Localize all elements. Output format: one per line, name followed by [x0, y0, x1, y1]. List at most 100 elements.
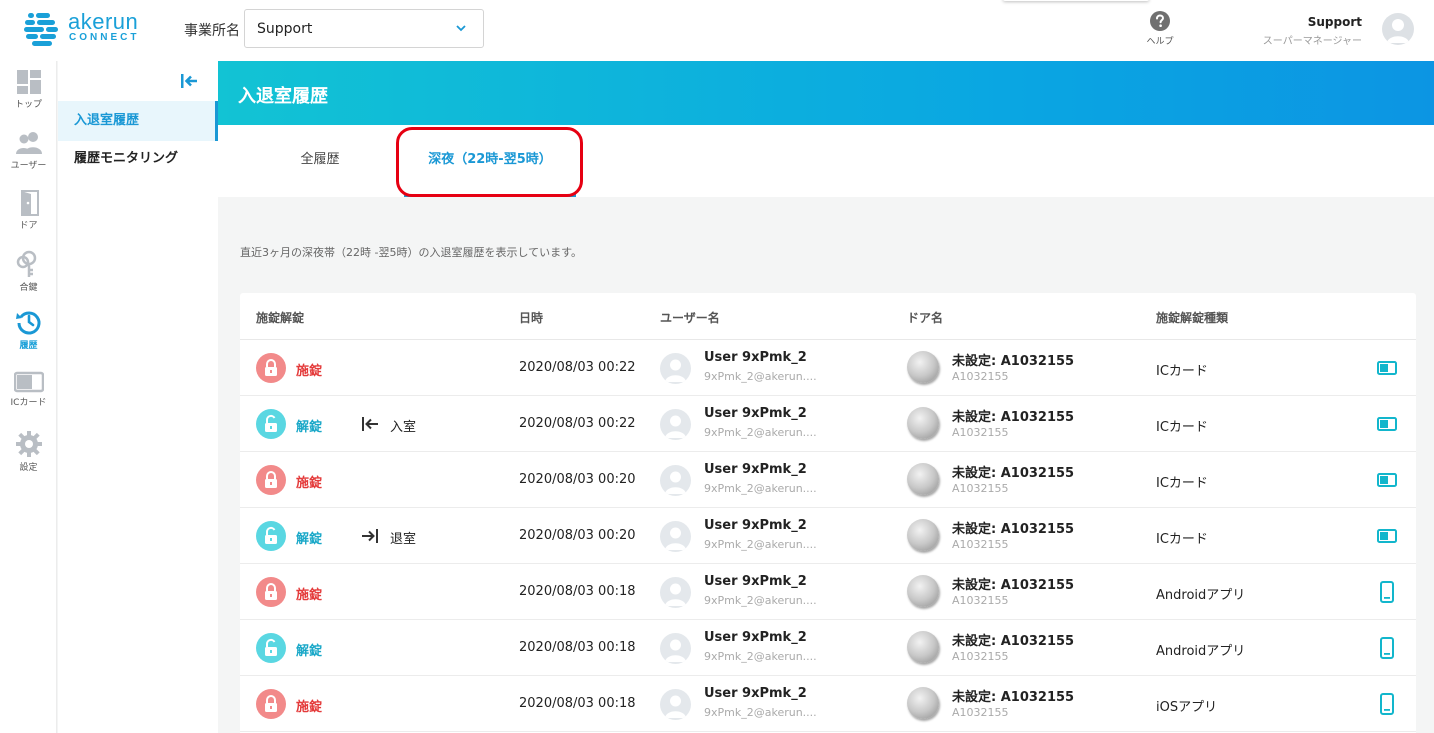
- table-row[interactable]: 解錠 2020/08/03 00:18 User 9xPmk_2 9xPmk_2@ak…: [240, 620, 1416, 676]
- lock-action: 施錠: [296, 364, 323, 379]
- ic-card-icon: [1377, 361, 1397, 375]
- nav-ic-card-label: ICカード: [10, 398, 47, 408]
- user-name[interactable]: User 9xPmk_2: [704, 574, 807, 589]
- door-thumbnail: [907, 407, 939, 439]
- ic-card-icon: [1377, 417, 1397, 431]
- tab-all-history[interactable]: 全履歴: [280, 125, 360, 197]
- sub-nav: 入退室履歴 履歴モニタリング: [58, 61, 218, 733]
- unlock-status-icon: [256, 521, 286, 551]
- column-header-lock[interactable]: 施錠解錠: [256, 309, 304, 326]
- lock-status-icon: [256, 353, 286, 383]
- nav-settings[interactable]: 設定: [0, 430, 57, 473]
- user-email: 9xPmk_2@akerun....: [704, 594, 817, 607]
- door-thumbnail: [907, 351, 939, 383]
- user-avatar: [660, 465, 691, 496]
- user-email: 9xPmk_2@akerun....: [704, 650, 817, 663]
- help-button[interactable]: ヘルプ: [1140, 11, 1180, 47]
- user-name[interactable]: User 9xPmk_2: [704, 462, 807, 477]
- help-label: ヘルプ: [1146, 37, 1174, 47]
- table-row[interactable]: 解錠 退室 2020/08/03 00:20 User 9xPmk_2 9xPmk_2@…: [240, 508, 1416, 564]
- door-name[interactable]: 未設定: A1032155: [952, 462, 1074, 481]
- user-email: 9xPmk_2@akerun....: [704, 370, 817, 383]
- account-role: スーパーマネージャー: [1262, 36, 1362, 47]
- datetime: 2020/08/03 00:22: [519, 360, 636, 375]
- user-name[interactable]: User 9xPmk_2: [704, 518, 807, 533]
- table-row[interactable]: 施錠 2020/08/03 00:22 User 9xPmk_2 9xPmk_2@ak…: [240, 340, 1416, 396]
- key-type: ICカード: [1156, 476, 1208, 491]
- ic-card-icon: [1377, 473, 1397, 487]
- history-icon: [15, 311, 40, 335]
- main-nav-rail: トップ ユーザー ドア 合鍵 履歴 ICカード 設定: [0, 61, 57, 733]
- column-header-key-type[interactable]: 施錠解錠種類: [1156, 309, 1228, 326]
- door-thumbnail: [907, 463, 939, 495]
- nav-door[interactable]: ドア: [0, 190, 57, 231]
- lock-icon: [265, 471, 277, 488]
- lock-action: 施錠: [296, 700, 323, 715]
- table-row[interactable]: 解錠 入室 2020/08/03 00:22 User 9xPmk_2 9xPmk_2@…: [240, 396, 1416, 452]
- account-name[interactable]: Support: [1308, 15, 1362, 29]
- nav-history-label: 履歴: [19, 341, 38, 351]
- door-name[interactable]: 未設定: A1032155: [952, 630, 1074, 649]
- door-name[interactable]: 未設定: A1032155: [952, 350, 1074, 369]
- key-type: ICカード: [1156, 364, 1208, 379]
- top-header: akerun CONNECT 事業所名 Support ヘルプ Support …: [0, 0, 1434, 61]
- tooltip-edge: [1003, 0, 1149, 1]
- user-email: 9xPmk_2@akerun....: [704, 706, 817, 719]
- door-name[interactable]: 未設定: A1032155: [952, 406, 1074, 425]
- lock-action: 施錠: [296, 588, 323, 603]
- unlock-icon: [265, 414, 277, 432]
- nav-top[interactable]: トップ: [0, 69, 57, 110]
- collapse-sidebar-icon[interactable]: [179, 72, 199, 90]
- akerun-logo[interactable]: akerun CONNECT: [24, 9, 149, 46]
- user-name[interactable]: User 9xPmk_2: [704, 406, 807, 421]
- user-name[interactable]: User 9xPmk_2: [704, 630, 807, 645]
- datetime: 2020/08/03 00:18: [519, 584, 636, 599]
- column-header-user[interactable]: ユーザー名: [660, 309, 720, 326]
- door-name[interactable]: 未設定: A1032155: [952, 686, 1074, 705]
- door-name[interactable]: 未設定: A1032155: [952, 574, 1074, 593]
- user-avatar: [660, 409, 691, 440]
- subnav-history-monitoring[interactable]: 履歴モニタリング: [58, 139, 218, 179]
- key-icon: [16, 250, 36, 277]
- user-name[interactable]: User 9xPmk_2: [704, 350, 807, 365]
- user-email: 9xPmk_2@akerun....: [704, 482, 817, 495]
- door-name[interactable]: 未設定: A1032155: [952, 518, 1074, 537]
- user-avatar: [660, 521, 691, 552]
- datetime: 2020/08/03 00:20: [519, 528, 636, 543]
- smartphone-icon: [1380, 581, 1394, 603]
- key-type: iOSアプリ: [1156, 700, 1218, 715]
- user-silhouette-icon: [665, 359, 686, 382]
- user-silhouette-icon: [1387, 19, 1409, 43]
- nav-door-label: ドア: [19, 221, 38, 231]
- direction-label: 退室: [390, 532, 417, 547]
- column-header-door[interactable]: ドア名: [907, 309, 943, 326]
- nav-keys[interactable]: 合鍵: [0, 250, 57, 293]
- column-header-datetime[interactable]: 日時: [519, 309, 543, 326]
- lock-status-icon: [256, 577, 286, 607]
- door-id: A1032155: [952, 650, 1009, 663]
- door-thumbnail: [907, 687, 939, 719]
- lock-action: 解錠: [296, 644, 323, 659]
- lock-icon: [265, 359, 277, 376]
- ic-card-icon: [13, 371, 44, 393]
- nav-users[interactable]: ユーザー: [0, 130, 57, 171]
- nav-ic-card[interactable]: ICカード: [0, 371, 57, 408]
- enter-icon: [362, 417, 378, 431]
- datetime: 2020/08/03 00:20: [519, 472, 636, 487]
- key-type: Androidアプリ: [1156, 644, 1246, 659]
- office-select[interactable]: Support: [244, 9, 484, 48]
- table-row[interactable]: 施錠 2020/08/03 00:20 User 9xPmk_2 9xPmk_2@ak…: [240, 452, 1416, 508]
- office-label: 事業所名: [184, 23, 240, 39]
- unlock-icon: [265, 526, 277, 544]
- office-select-value: Support: [257, 21, 313, 37]
- lock-icon: [265, 583, 277, 600]
- avatar[interactable]: [1382, 13, 1414, 45]
- nav-history[interactable]: 履歴: [0, 308, 57, 351]
- table-row[interactable]: 施錠 2020/08/03 00:18 User 9xPmk_2 9xPmk_2@ak…: [240, 564, 1416, 620]
- user-email: 9xPmk_2@akerun....: [704, 426, 817, 439]
- page-description: 直近3ヶ月の深夜帯（22時 -翌5時）の入退室履歴を表示しています。: [240, 246, 583, 259]
- subnav-entry-history[interactable]: 入退室履歴: [58, 101, 218, 141]
- door-id: A1032155: [952, 538, 1009, 551]
- table-row[interactable]: 施錠 2020/08/03 00:18 User 9xPmk_2 9xPmk_2@ak…: [240, 676, 1416, 732]
- user-name[interactable]: User 9xPmk_2: [704, 686, 807, 701]
